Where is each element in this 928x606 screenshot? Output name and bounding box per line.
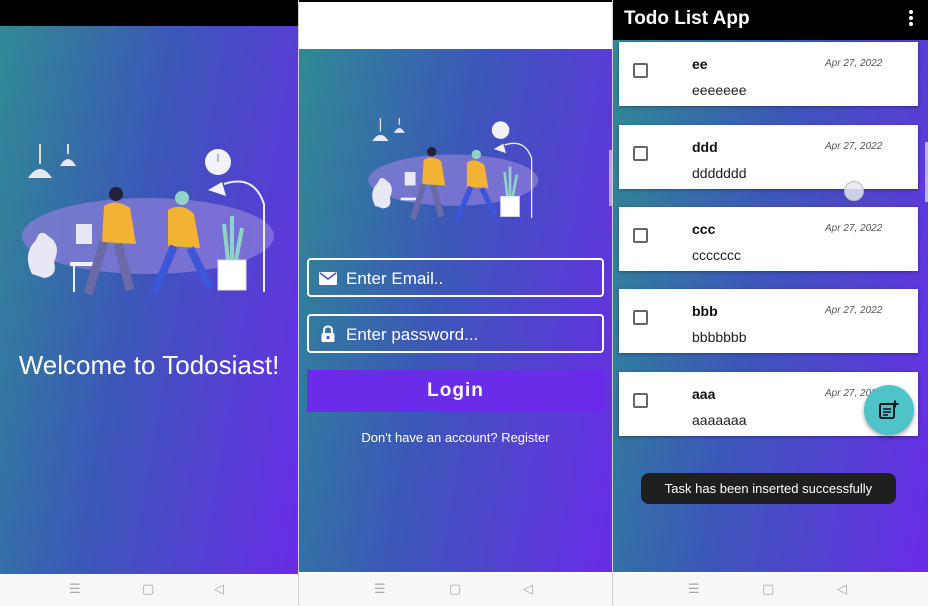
toast-message: Task has been inserted successfully bbox=[641, 473, 896, 504]
task-checkbox[interactable] bbox=[633, 393, 648, 408]
task-date: Apr 27, 2022 bbox=[825, 58, 883, 69]
nav-home-button[interactable]: ▢ bbox=[762, 582, 774, 598]
status-bar bbox=[299, 0, 612, 49]
password-field[interactable]: Enter password... bbox=[307, 314, 604, 353]
task-description: ccccccc bbox=[692, 247, 741, 263]
status-bar bbox=[0, 0, 298, 26]
task-checkbox[interactable] bbox=[633, 310, 648, 325]
task-date: Apr 27, 2022 bbox=[825, 305, 883, 316]
nav-menu-button[interactable]: ☰ bbox=[374, 582, 386, 598]
task-title: ccc bbox=[692, 221, 716, 237]
task-title: ee bbox=[692, 56, 708, 72]
welcome-screen: Welcome to Todosiast! ☰ ▢ ◁ bbox=[0, 0, 298, 606]
nav-menu-button[interactable]: ☰ bbox=[69, 582, 81, 598]
task-card[interactable]: ddd Apr 27, 2022 ddddddd bbox=[619, 125, 918, 189]
nav-back-button[interactable]: ◁ bbox=[214, 582, 224, 598]
task-description: ddddddd bbox=[692, 165, 747, 181]
task-title: bbb bbox=[692, 303, 718, 319]
nav-menu-button[interactable]: ☰ bbox=[688, 582, 700, 598]
touch-indicator bbox=[844, 181, 864, 201]
task-date: Apr 27, 2022 bbox=[825, 141, 883, 152]
add-note-icon bbox=[879, 400, 899, 419]
system-nav-bar: ☰ ▢ ◁ bbox=[299, 574, 612, 606]
login-button[interactable]: Login bbox=[307, 370, 604, 412]
nav-home-button[interactable]: ▢ bbox=[449, 582, 461, 598]
people-dancing-illustration bbox=[22, 144, 274, 296]
task-checkbox[interactable] bbox=[633, 63, 648, 78]
task-title: aaa bbox=[692, 386, 716, 402]
email-placeholder: Enter Email.. bbox=[346, 269, 444, 288]
task-checkbox[interactable] bbox=[633, 228, 648, 243]
email-field[interactable]: Enter Email.. bbox=[307, 258, 604, 297]
todo-list-screen: Todo List App ee Apr 27, 2022 eeeeeee dd… bbox=[613, 0, 928, 606]
login-screen: Enter Email.. Enter password... Login Do… bbox=[299, 0, 612, 606]
task-description: eeeeeee bbox=[692, 82, 747, 98]
task-checkbox[interactable] bbox=[633, 146, 648, 161]
nav-home-button[interactable]: ▢ bbox=[142, 582, 154, 598]
app-title: Todo List App bbox=[624, 8, 750, 29]
task-description: bbbbbbb bbox=[692, 329, 747, 345]
task-date: Apr 27, 2022 bbox=[825, 223, 883, 234]
task-title: ddd bbox=[692, 139, 718, 155]
task-card[interactable]: ee Apr 27, 2022 eeeeeee bbox=[619, 42, 918, 106]
nav-back-button[interactable]: ◁ bbox=[523, 582, 533, 598]
lock-icon bbox=[321, 325, 335, 342]
task-card[interactable]: bbb Apr 27, 2022 bbbbbbb bbox=[619, 289, 918, 353]
envelope-icon bbox=[319, 272, 337, 285]
task-description: aaaaaaa bbox=[692, 412, 747, 428]
register-link[interactable]: Don't have an account? Register bbox=[299, 430, 612, 445]
password-placeholder: Enter password... bbox=[346, 325, 479, 344]
add-task-button[interactable] bbox=[864, 385, 914, 435]
nav-back-button[interactable]: ◁ bbox=[837, 582, 847, 598]
more-vertical-icon[interactable] bbox=[908, 10, 914, 28]
people-dancing-illustration bbox=[368, 118, 539, 221]
system-nav-bar: ☰ ▢ ◁ bbox=[0, 574, 298, 606]
welcome-title: Welcome to Todosiast! bbox=[18, 350, 280, 380]
task-card[interactable]: ccc Apr 27, 2022 ccccccc bbox=[619, 207, 918, 271]
system-nav-bar: ☰ ▢ ◁ bbox=[613, 574, 928, 606]
app-bar: Todo List App bbox=[613, 0, 928, 40]
